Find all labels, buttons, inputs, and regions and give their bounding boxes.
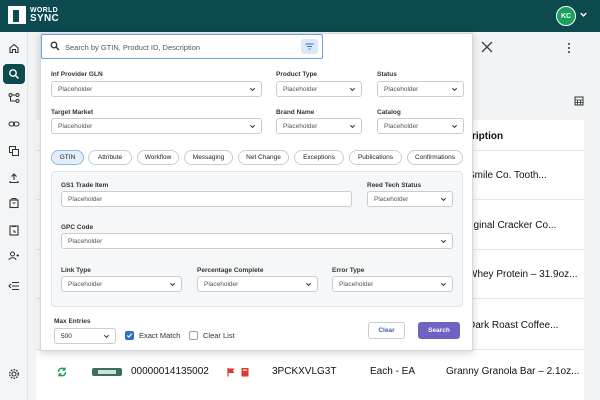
search-icon bbox=[50, 41, 60, 51]
percentage-complete-select[interactable]: Placeholder bbox=[197, 276, 318, 292]
chevron-down-icon bbox=[440, 197, 447, 202]
gpc-code-label: GPC Code bbox=[61, 224, 94, 231]
tab-confirmations[interactable]: Confirmations bbox=[407, 150, 463, 165]
calculator-icon[interactable] bbox=[574, 96, 584, 106]
package-icon[interactable] bbox=[6, 195, 22, 211]
gtin-cell: 00000014135002 bbox=[131, 366, 209, 377]
chevron-down-icon bbox=[103, 334, 110, 339]
tab-attribute[interactable]: Attribute bbox=[88, 150, 132, 165]
description-cell: Granny Granola Bar – 2.1oz... bbox=[446, 366, 580, 377]
chevron-down-icon bbox=[440, 239, 447, 244]
gpc-code-select[interactable]: Placeholder bbox=[61, 233, 453, 249]
reed-tech-status-select[interactable]: Placeholder bbox=[367, 191, 453, 207]
search-icon[interactable] bbox=[3, 64, 25, 84]
clear-button[interactable]: Clear bbox=[368, 322, 405, 339]
users-icon[interactable] bbox=[6, 248, 22, 264]
flag-icon bbox=[227, 368, 235, 377]
tab-net-change[interactable]: Net Change bbox=[238, 150, 289, 165]
product-type-label: Product Type bbox=[276, 71, 318, 78]
table-row-description[interactable]: Smile Co. Tooth... bbox=[468, 170, 547, 181]
error-type-select[interactable]: Placeholder bbox=[332, 276, 453, 292]
tab-workflow[interactable]: Workflow bbox=[137, 150, 179, 165]
hierarchy-icon[interactable] bbox=[6, 90, 22, 106]
exact-match-checkbox[interactable] bbox=[125, 331, 134, 340]
table-row-description[interactable]: Dark Roast Coffee... bbox=[468, 320, 558, 331]
gs1-trade-item-label: GS1 Trade Item bbox=[61, 182, 109, 189]
brand-name-select[interactable]: Placeholder bbox=[276, 118, 362, 134]
product-thumbnail bbox=[92, 368, 122, 376]
link-type-label: Link Type bbox=[61, 267, 91, 274]
info-provider-gln-select[interactable]: Placeholder bbox=[51, 81, 262, 97]
top-bar: WORLD SYNC KC bbox=[0, 0, 600, 32]
filter-icon bbox=[305, 43, 314, 50]
error-type-label: Error Type bbox=[332, 267, 365, 274]
catalog-label: Catalog bbox=[377, 109, 401, 116]
max-entries-select[interactable]: 500 bbox=[54, 328, 116, 344]
search-button[interactable]: Search bbox=[418, 322, 460, 339]
table-row-description[interactable]: riginal Cracker Co... bbox=[468, 220, 556, 231]
clipboard-icon[interactable] bbox=[6, 222, 22, 238]
tab-publications[interactable]: Publications bbox=[349, 150, 402, 165]
logo-line2: SYNC bbox=[30, 12, 59, 24]
logo-mark-icon bbox=[8, 6, 26, 24]
chevron-down-icon[interactable] bbox=[579, 10, 588, 19]
chevron-down-icon bbox=[349, 124, 356, 129]
reed-tech-status-label: Reed Tech Status bbox=[367, 182, 422, 189]
target-market-select[interactable]: Placeholder bbox=[51, 118, 262, 134]
more-vertical-icon[interactable] bbox=[566, 42, 572, 54]
chevron-down-icon bbox=[169, 282, 176, 287]
chevron-down-icon bbox=[305, 282, 312, 287]
checkmark-icon bbox=[126, 333, 133, 338]
chevron-down-icon bbox=[451, 87, 458, 92]
tab-exceptions[interactable]: Exceptions bbox=[294, 150, 344, 165]
chevron-down-icon bbox=[249, 124, 256, 129]
gear-icon[interactable] bbox=[6, 366, 22, 382]
chevron-down-icon bbox=[349, 87, 356, 92]
exact-match-label: Exact Match bbox=[139, 331, 181, 340]
percentage-complete-label: Percentage Complete bbox=[197, 267, 264, 274]
link-icon[interactable] bbox=[6, 116, 22, 132]
book-icon bbox=[241, 368, 249, 377]
filter-button[interactable] bbox=[301, 39, 318, 54]
upload-icon[interactable] bbox=[6, 170, 22, 186]
chevron-down-icon bbox=[440, 282, 447, 287]
collapse-icon[interactable] bbox=[6, 278, 22, 294]
table-row-description[interactable]: Whey Protein – 31.9oz... bbox=[468, 269, 578, 280]
tab-gtin[interactable]: GTIN bbox=[51, 150, 84, 165]
gs1-trade-item-input[interactable]: Placeholder bbox=[61, 191, 352, 207]
search-placeholder: Search by GTIN, Product ID, Description bbox=[65, 43, 201, 52]
copy-icon[interactable] bbox=[6, 143, 22, 159]
worldsync-logo[interactable]: WORLD SYNC bbox=[8, 6, 59, 24]
clear-list-label: Clear List bbox=[203, 331, 235, 340]
brand-name-label: Brand Name bbox=[276, 109, 315, 116]
search-input[interactable]: Search by GTIN, Product ID, Description bbox=[41, 34, 323, 59]
sync-icon[interactable] bbox=[56, 366, 68, 378]
status-select[interactable]: Placeholder bbox=[377, 81, 464, 97]
clear-list-checkbox[interactable] bbox=[189, 331, 198, 340]
max-entries-label: Max Entries bbox=[54, 318, 91, 325]
unit-cell: Each - EA bbox=[370, 366, 416, 377]
link-type-select[interactable]: Placeholder bbox=[61, 276, 182, 292]
user-avatar[interactable]: KC bbox=[556, 6, 576, 26]
catalog-select[interactable]: Placeholder bbox=[377, 118, 464, 134]
status-label: Status bbox=[377, 71, 397, 78]
description-column-header: ription bbox=[472, 131, 504, 142]
chevron-down-icon bbox=[451, 124, 458, 129]
tab-messaging[interactable]: Messaging bbox=[184, 150, 233, 165]
chevron-down-icon bbox=[249, 87, 256, 92]
info-provider-gln-label: Inf Provider GLN bbox=[51, 71, 103, 78]
close-icon[interactable] bbox=[480, 40, 494, 54]
home-icon[interactable] bbox=[6, 40, 22, 56]
product-type-select[interactable]: Placeholder bbox=[276, 81, 362, 97]
sidebar bbox=[0, 32, 28, 400]
target-market-label: Target Market bbox=[51, 109, 94, 116]
advanced-search-panel: Search by GTIN, Product ID, Description … bbox=[40, 33, 473, 351]
product-id-cell: 3PCKXVLG3T bbox=[272, 366, 337, 377]
